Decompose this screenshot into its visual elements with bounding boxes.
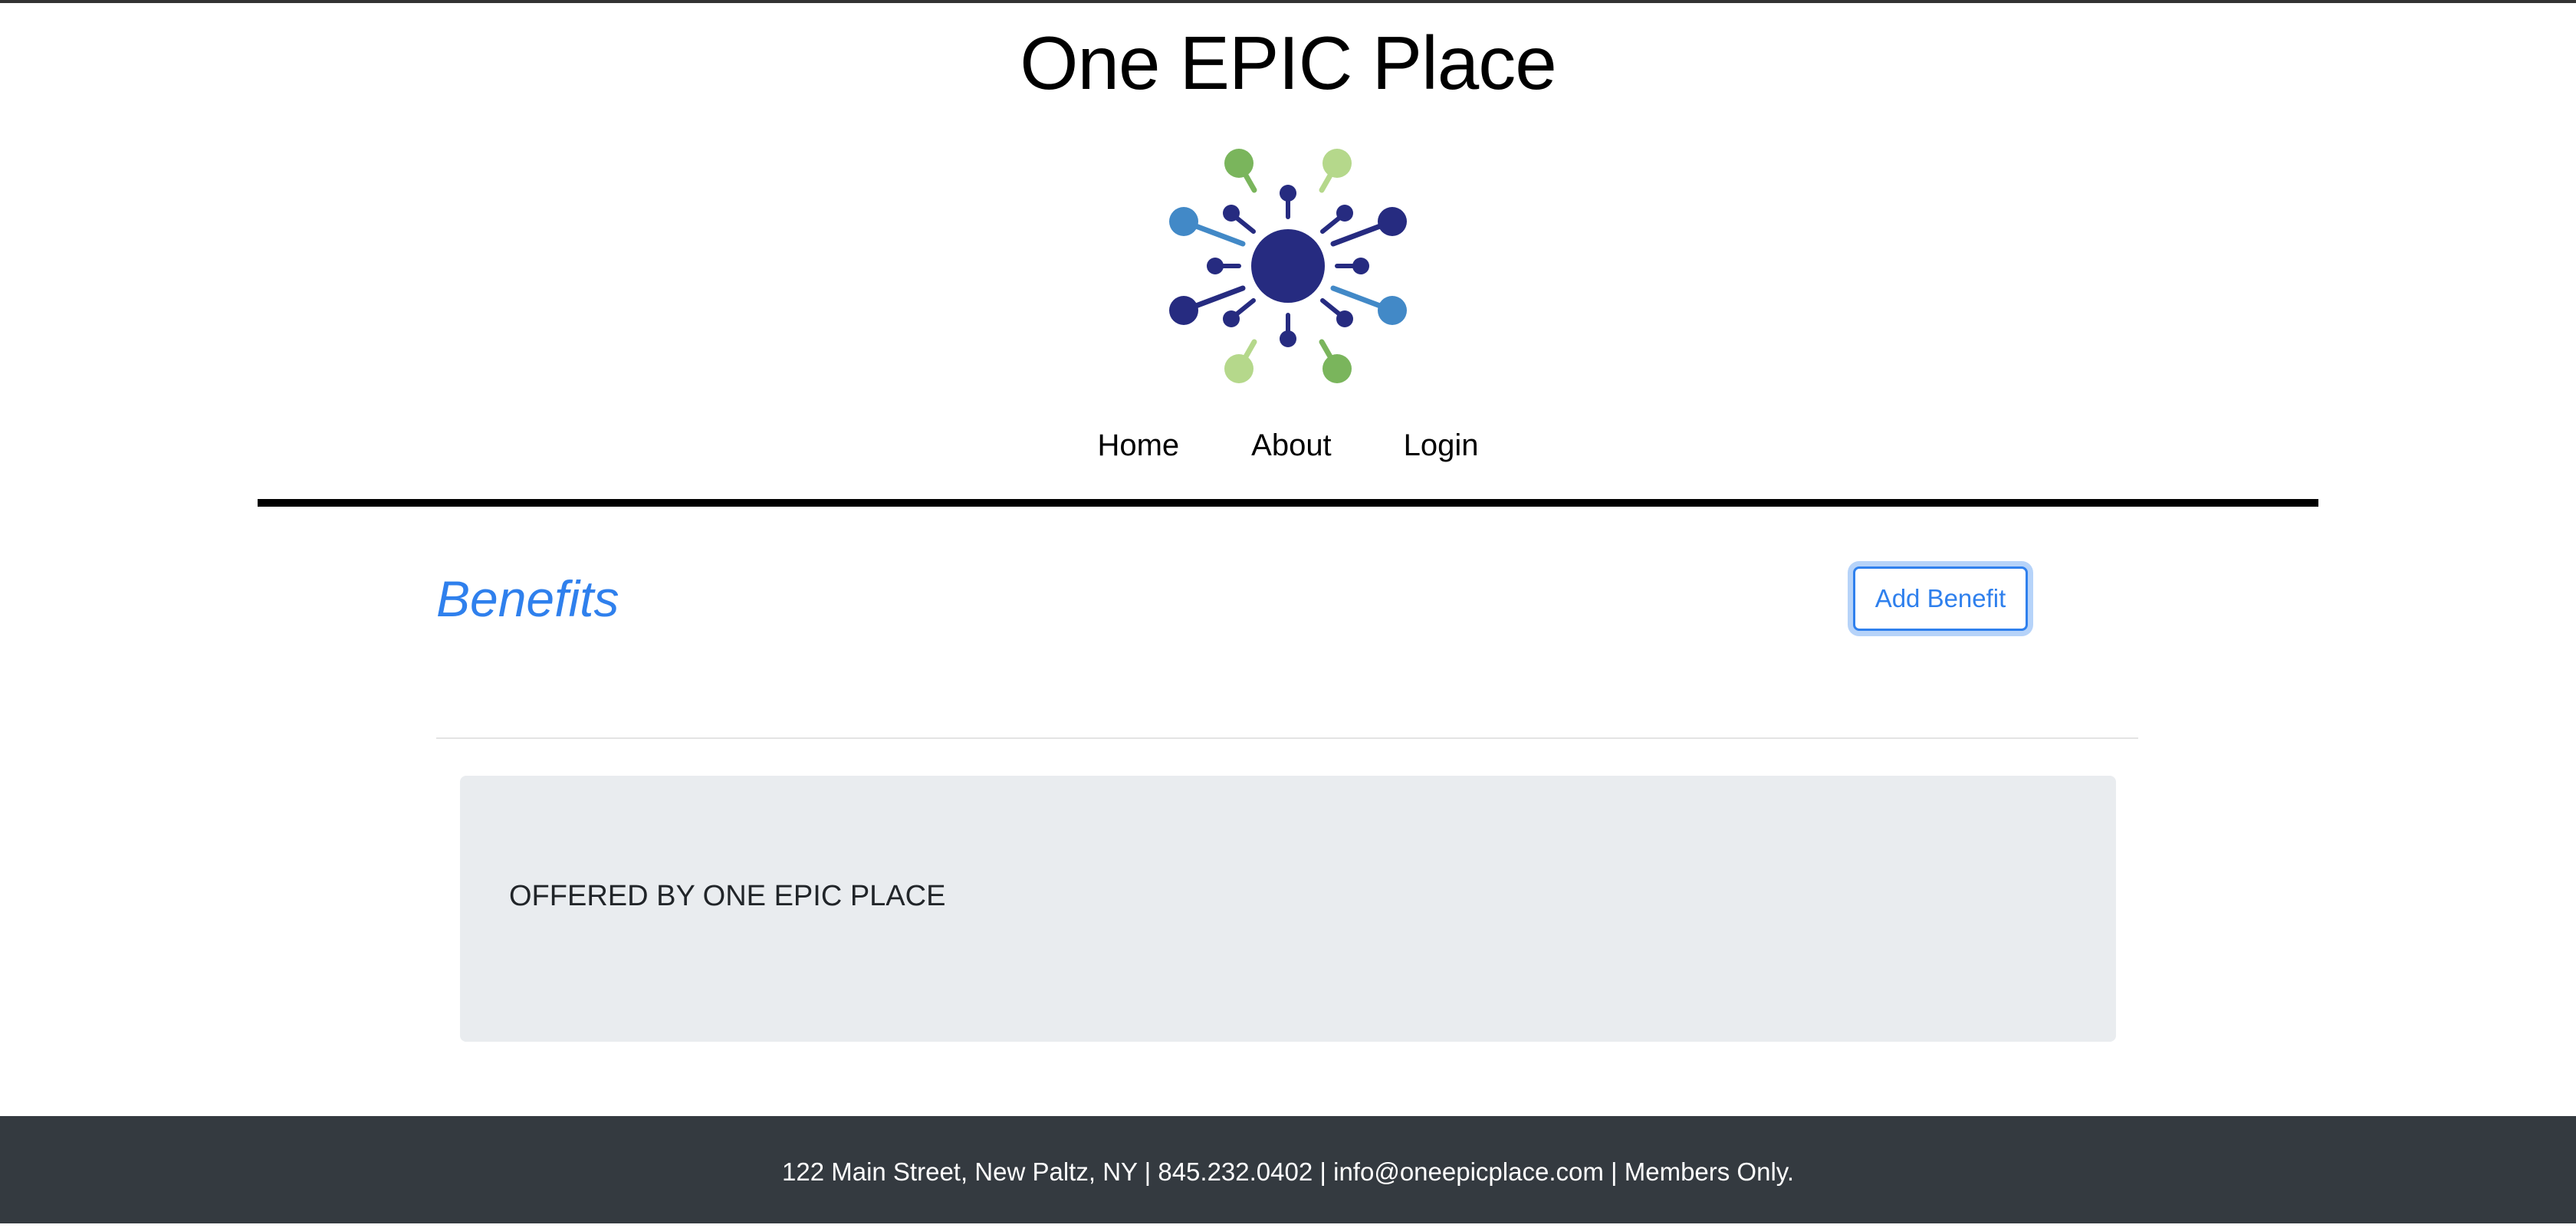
main-nav: Home About Login <box>0 423 2576 468</box>
network-hub-logo-icon <box>1169 149 1407 383</box>
nav-link-home[interactable]: Home <box>1097 423 1179 468</box>
footer-contact-text: 122 Main Street, New Paltz, NY | 845.232… <box>782 1157 1794 1186</box>
section-divider <box>436 737 2138 739</box>
nav-link-login[interactable]: Login <box>1404 423 1479 468</box>
footer: 122 Main Street, New Paltz, NY | 845.232… <box>0 1116 2576 1223</box>
top-border <box>0 0 2576 3</box>
nav-divider <box>258 499 2318 507</box>
benefit-card-label: OFFERED BY ONE EPIC PLACE <box>509 880 946 912</box>
nav-link-about[interactable]: About <box>1251 423 1332 468</box>
page-title: Benefits <box>436 570 619 627</box>
benefit-card[interactable]: OFFERED BY ONE EPIC PLACE <box>460 776 2116 1042</box>
site-title: One EPIC Place <box>1020 21 1557 105</box>
add-benefit-button[interactable]: Add Benefit <box>1853 566 2028 631</box>
